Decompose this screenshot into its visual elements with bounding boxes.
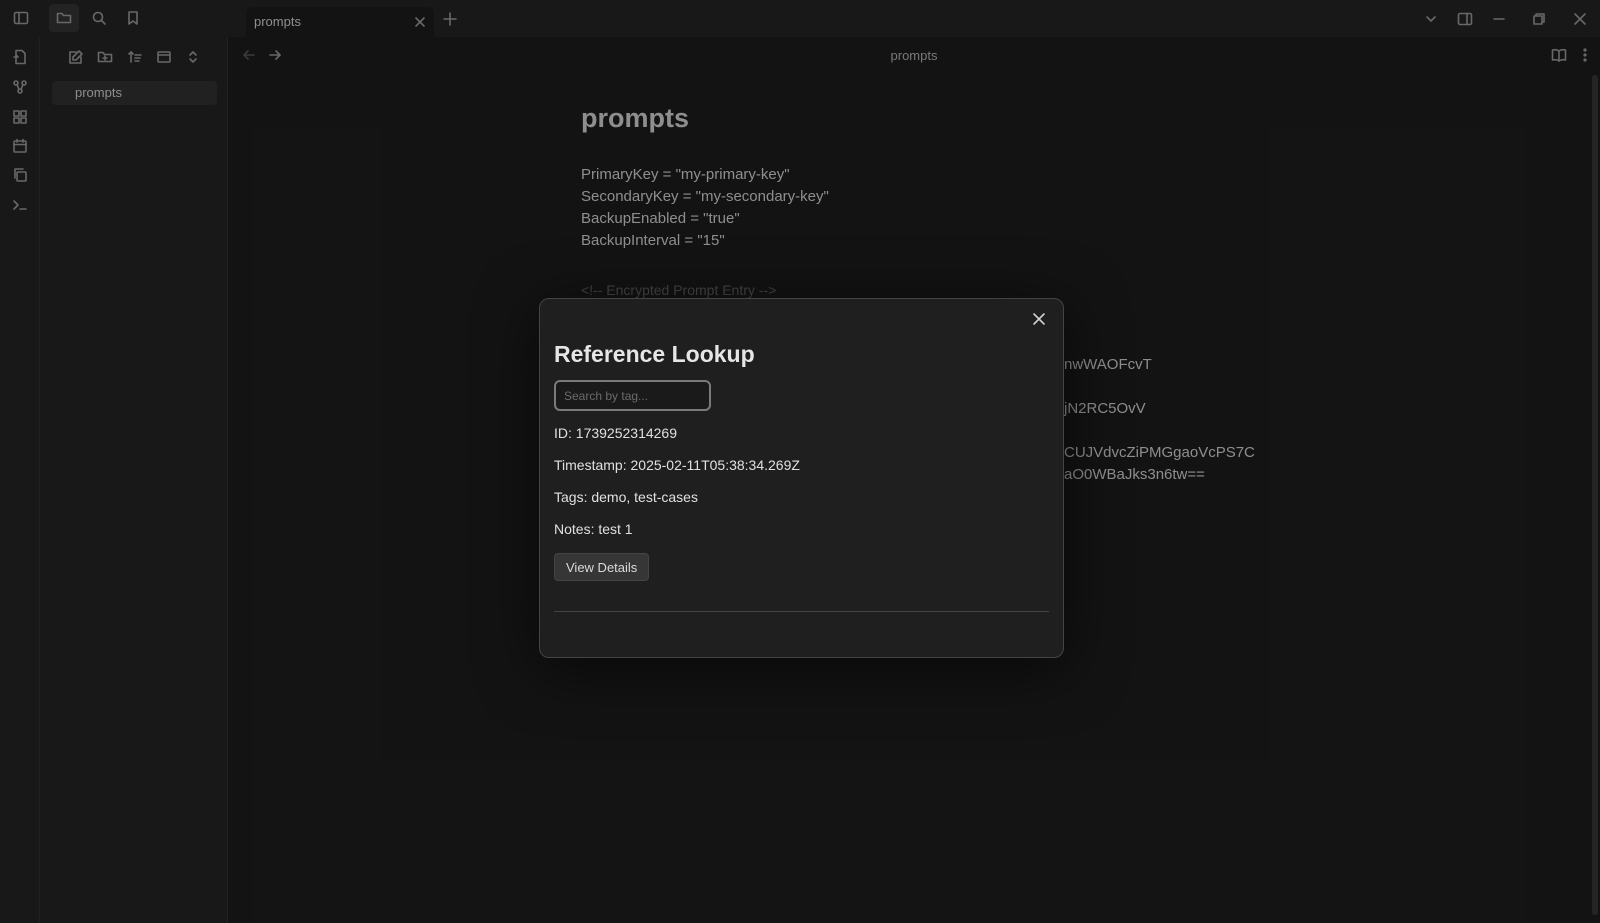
reference-lookup-modal: Reference Lookup ID: 1739252314269 Times… [539, 298, 1064, 658]
divider [554, 611, 1049, 612]
result-id: ID: 1739252314269 [554, 425, 677, 441]
tag-search-input[interactable] [554, 380, 711, 411]
view-details-button[interactable]: View Details [554, 553, 650, 581]
close-icon[interactable] [1029, 309, 1049, 329]
result-notes: Notes: test 1 [554, 521, 633, 537]
modal-title: Reference Lookup [554, 341, 755, 367]
result-timestamp: Timestamp: 2025-02-11T05:38:34.269Z [554, 457, 800, 473]
result-tags: Tags: demo, test-cases [554, 489, 698, 505]
